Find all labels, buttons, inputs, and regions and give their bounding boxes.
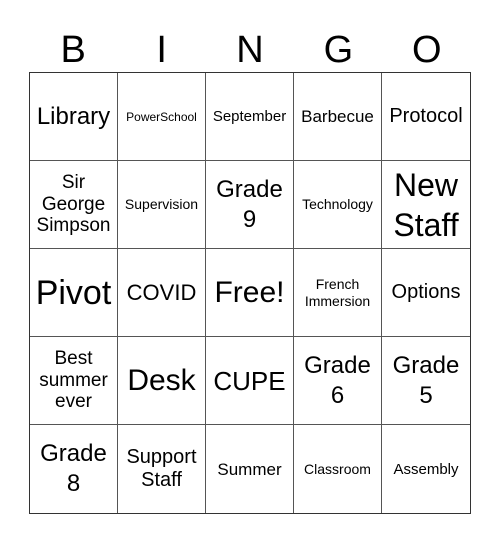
bingo-cell[interactable]: PowerSchool: [118, 73, 206, 161]
bingo-cell[interactable]: New Staff: [382, 161, 470, 249]
bingo-cell[interactable]: September: [206, 73, 294, 161]
header-letter-n: N: [236, 29, 264, 71]
bingo-cell[interactable]: CUPE: [206, 337, 294, 425]
header-letter-b: B: [60, 29, 86, 71]
bingo-cell[interactable]: Grade 8: [30, 425, 118, 513]
bingo-cell[interactable]: Summer: [206, 425, 294, 513]
header-letter-g: G: [323, 29, 354, 71]
bingo-cell[interactable]: Assembly: [382, 425, 470, 513]
bingo-cell[interactable]: Options: [382, 249, 470, 337]
bingo-cell[interactable]: Classroom: [294, 425, 382, 513]
bingo-cell[interactable]: Support Staff: [118, 425, 206, 513]
header-letter-o: O: [412, 29, 442, 71]
bingo-cell[interactable]: Grade 9: [206, 161, 294, 249]
bingo-cell[interactable]: Desk: [118, 337, 206, 425]
header-letter-i: I: [156, 29, 167, 71]
bingo-cell[interactable]: French Immersion: [294, 249, 382, 337]
bingo-cell[interactable]: Pivot: [30, 249, 118, 337]
bingo-cell[interactable]: COVID: [118, 249, 206, 337]
free-space-cell[interactable]: Free!: [206, 249, 294, 337]
bingo-cell[interactable]: Supervision: [118, 161, 206, 249]
bingo-cell[interactable]: Protocol: [382, 73, 470, 161]
bingo-cell[interactable]: Best summer ever: [30, 337, 118, 425]
bingo-cell[interactable]: Sir George Simpson: [30, 161, 118, 249]
bingo-cell[interactable]: Grade 5: [382, 337, 470, 425]
bingo-grid: Library PowerSchool September Barbecue P…: [29, 72, 471, 514]
bingo-header: B I N G O: [29, 28, 471, 72]
bingo-cell[interactable]: Barbecue: [294, 73, 382, 161]
bingo-cell[interactable]: Grade 6: [294, 337, 382, 425]
bingo-cell[interactable]: Technology: [294, 161, 382, 249]
bingo-cell[interactable]: Library: [30, 73, 118, 161]
